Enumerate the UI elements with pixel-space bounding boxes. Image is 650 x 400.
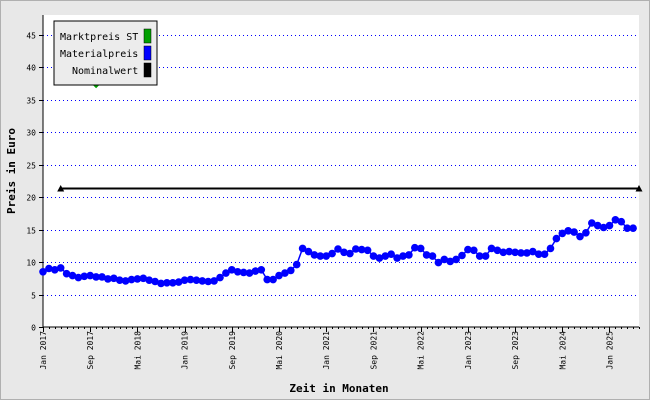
data-point: [605, 221, 614, 230]
data-point: [363, 246, 372, 255]
x-tick-label: Jan 2019: [181, 331, 190, 370]
x-tick-label: Mai 2020: [275, 331, 284, 370]
x-tick-label: Sep 2019: [228, 331, 237, 370]
data-point: [458, 251, 466, 260]
data-point: [428, 252, 437, 260]
x-ticks: Jan 2017 Sep 2017 Mai 2018 Jan 2019 Sep 2019…: [39, 327, 640, 370]
legend-label: Materialpreis: [60, 49, 138, 60]
y-tick-label: 15: [26, 227, 36, 236]
data-point: [56, 264, 65, 272]
x-tick-label: Jan 2025: [605, 331, 614, 370]
data-point: [292, 260, 301, 269]
x-tick-label: Jan 2021: [322, 331, 331, 370]
data-point: [540, 250, 549, 258]
y-tick-label: 25: [26, 162, 36, 171]
legend-label: Marktpreis ST: [60, 32, 138, 43]
x-axis-title: Zeit in Monaten: [289, 382, 388, 395]
legend-swatch: [143, 45, 152, 61]
data-point: [582, 229, 590, 237]
data-point: [546, 244, 555, 253]
x-tick-label: Jan 2017: [39, 331, 48, 370]
legend-swatch: [143, 62, 152, 78]
y-tick-label: 30: [26, 129, 36, 138]
x-tick-label: Mai 2024: [558, 331, 567, 370]
legend: Marktpreis ST Materialpreis Nominalwert: [53, 20, 158, 86]
data-point: [481, 252, 490, 260]
y-tick-label: 40: [26, 64, 36, 73]
data-point: [629, 224, 637, 232]
data-point: [470, 246, 478, 255]
x-tick-label: Mai 2022: [417, 331, 426, 370]
price-chart: 0 5 10 15 20 25 30 35 40 45 Jan 2017 Sep 2017 Mai 2…: [5, 15, 643, 395]
legend-swatch: [143, 28, 152, 44]
y-tick-label: 10: [26, 259, 36, 268]
data-point: [416, 244, 425, 253]
x-tick-label: Sep 2023: [511, 331, 520, 370]
data-point: [257, 266, 266, 274]
y-tick-label: 45: [26, 32, 36, 41]
data-point: [287, 266, 295, 275]
legend-label: Nominalwert: [72, 66, 138, 77]
y-tick-label: 20: [26, 194, 36, 203]
data-point: [552, 234, 561, 243]
y-axis-title: Preis in Euro: [5, 128, 18, 214]
x-tick-label: Sep 2021: [369, 331, 378, 370]
x-tick-label: Jan 2023: [464, 331, 473, 370]
data-point: [617, 217, 626, 226]
data-point: [405, 251, 413, 259]
x-tick-label: Mai 2018: [133, 331, 142, 370]
y-tick-label: 0: [31, 324, 36, 333]
x-tick-label: Sep 2017: [86, 331, 95, 370]
y-tick-label: 35: [26, 97, 36, 106]
y-tick-label: 5: [31, 292, 36, 301]
y-ticks: 0 5 10 15 20 25 30 35 40 45: [26, 32, 43, 333]
